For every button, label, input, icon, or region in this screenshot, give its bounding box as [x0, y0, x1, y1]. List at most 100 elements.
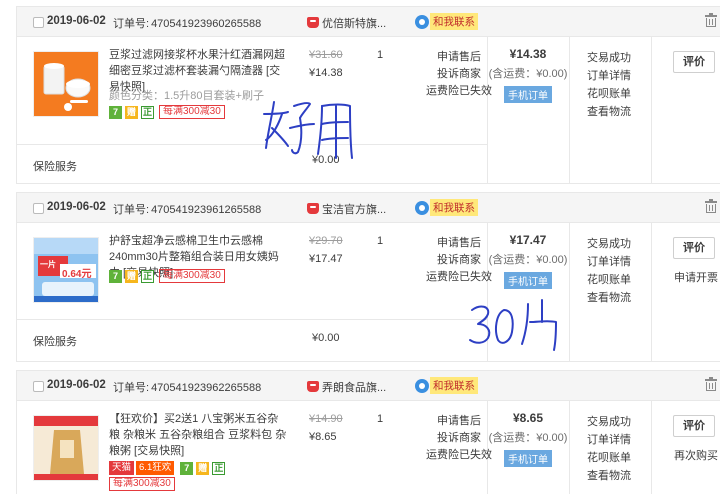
- order-total: ¥14.38 (含运费：¥0.00) 手机订单: [487, 47, 569, 103]
- genuine-icon: 正: [141, 269, 154, 283]
- product-title[interactable]: 【狂欢价】买2送1 八宝粥米五谷杂粮 杂粮米 五谷杂粮组合 豆浆料包 杂粮粥 […: [109, 411, 287, 459]
- insurance-label: 保险服务: [33, 336, 77, 348]
- mobile-order-badge: 手机订单: [504, 450, 552, 467]
- huabei-bill-link[interactable]: 花呗账单: [587, 271, 631, 289]
- insurance-label: 保险服务: [33, 161, 77, 173]
- order-body: 【狂欢价】买2送1 八宝粥米五谷杂粮 杂粮米 五谷杂粮组合 豆浆料包 杂粮粥 […: [17, 401, 720, 494]
- seven-day-return-icon: 7: [109, 105, 122, 119]
- insurance-price: ¥0.00: [312, 154, 340, 166]
- original-price: ¥31.60: [309, 49, 343, 61]
- order-date: 2019-06-02: [47, 15, 106, 27]
- product-image[interactable]: [33, 415, 99, 481]
- trash-icon[interactable]: [705, 199, 717, 213]
- genuine-icon: 正: [141, 105, 154, 119]
- insurance-price: ¥0.00: [312, 332, 340, 344]
- contact-label: 和我联系: [430, 199, 478, 216]
- evaluate-button[interactable]: 评价: [673, 415, 715, 437]
- order-id-value: 470541923960265588: [151, 18, 262, 30]
- request-invoice-link[interactable]: 申请开票: [674, 269, 718, 285]
- order-card: 2019-06-02 订单号: 470541923962265588 弄朗食品旗.…: [16, 370, 720, 494]
- product-badges: 天猫 6.1狂欢 7赠正: [109, 461, 228, 475]
- shipping-fee: (含运费：¥0.00): [488, 254, 568, 266]
- status-text: 交易成功: [587, 238, 631, 250]
- order-id-label: 订单号:: [113, 382, 150, 394]
- order-date: 2019-06-02: [47, 379, 106, 391]
- chat-icon: [415, 14, 429, 29]
- shop-link[interactable]: 宝洁官方旗...: [307, 201, 386, 217]
- order-checkbox[interactable]: [33, 381, 44, 392]
- unit-price: ¥8.65: [309, 431, 337, 443]
- carnival-badge: 6.1狂欢: [136, 461, 175, 475]
- view-logistics-link[interactable]: 查看物流: [587, 103, 631, 121]
- product-badges-row2: 每满300减30: [109, 477, 175, 491]
- shipping-fee: (含运费：¥0.00): [488, 68, 568, 80]
- order-date: 2019-06-02: [47, 201, 106, 213]
- trash-icon[interactable]: [705, 377, 717, 391]
- evaluate-button[interactable]: 评价: [673, 51, 715, 73]
- gift-icon: 赠: [125, 269, 138, 283]
- product-image[interactable]: 一片 0.64元: [33, 237, 99, 303]
- strainer-picture: [34, 52, 98, 116]
- order-id-label: 订单号:: [113, 204, 150, 216]
- shop-name: 弄朗食品旗...: [322, 382, 387, 394]
- order-status: 交易成功 订单详情 花呗账单 查看物流: [587, 413, 631, 485]
- contact-seller-button[interactable]: 和我联系: [415, 13, 478, 30]
- view-logistics-link[interactable]: 查看物流: [587, 467, 631, 485]
- order-id-label: 订单号:: [113, 18, 150, 30]
- order-checkbox[interactable]: [33, 203, 44, 214]
- thumb-price: 0.64元: [62, 269, 92, 280]
- tmall-badge: 天猫: [109, 461, 135, 475]
- shop-name: 宝洁官方旗...: [322, 204, 387, 216]
- shop-icon: [307, 203, 319, 214]
- order-detail-link[interactable]: 订单详情: [587, 431, 631, 449]
- order-header: 2019-06-02 订单号: 470541923961265588 宝洁官方旗.…: [17, 193, 720, 223]
- promo-badge: 每满300减30: [159, 269, 225, 283]
- genuine-icon: 正: [212, 461, 226, 475]
- unit-price: ¥17.47: [309, 253, 343, 265]
- trash-icon[interactable]: [705, 13, 717, 27]
- status-text: 交易成功: [587, 52, 631, 64]
- insurance-row: 保险服务 ¥0.00: [17, 144, 487, 184]
- insurance-row: 保险服务 ¥0.00: [17, 319, 487, 362]
- order-id: 订单号: 470541923961265588: [113, 201, 261, 217]
- order-card: 2019-06-02 订单号: 470541923960265588 优倍斯特旗.…: [16, 6, 720, 184]
- shop-link[interactable]: 弄朗食品旗...: [307, 379, 386, 395]
- total-amount: ¥14.38: [509, 47, 547, 61]
- contact-label: 和我联系: [430, 13, 478, 30]
- quantity: 1: [377, 49, 384, 61]
- promo-badge: 每满300减30: [159, 105, 225, 119]
- contact-seller-button[interactable]: 和我联系: [415, 377, 478, 394]
- unit-price: ¥14.38: [309, 67, 343, 79]
- huabei-bill-link[interactable]: 花呗账单: [587, 449, 631, 467]
- product-spec: 颜色分类：1.5升80目套装+刷子: [109, 90, 264, 102]
- order-body: 豆浆过滤网接浆杯水果汁红酒漏网超细密豆浆过滤杯套装漏勺隔渣器 [交易快照] 颜色…: [17, 37, 720, 184]
- order-id-value: 470541923961265588: [151, 204, 262, 216]
- order-id: 订单号: 470541923962265588: [113, 379, 261, 395]
- order-checkbox[interactable]: [33, 17, 44, 28]
- quantity: 1: [377, 413, 384, 425]
- quantity: 1: [377, 235, 384, 247]
- order-id: 订单号: 470541923960265588: [113, 15, 261, 31]
- mobile-order-badge: 手机订单: [504, 86, 552, 103]
- order-card: 2019-06-02 订单号: 470541923961265588 宝洁官方旗.…: [16, 192, 720, 362]
- shop-icon: [307, 381, 319, 392]
- seven-day-return-icon: 7: [180, 461, 194, 475]
- shipping-fee: (含运费：¥0.00): [488, 432, 568, 444]
- order-detail-link[interactable]: 订单详情: [587, 253, 631, 271]
- evaluate-button[interactable]: 评价: [673, 237, 715, 259]
- total-amount: ¥17.47: [509, 233, 547, 247]
- order-total: ¥17.47 (含运费：¥0.00) 手机订单: [487, 233, 569, 289]
- thumb-text: 一片: [40, 260, 56, 269]
- product-image[interactable]: [33, 51, 99, 117]
- order-detail-link[interactable]: 订单详情: [587, 67, 631, 85]
- view-logistics-link[interactable]: 查看物流: [587, 289, 631, 307]
- total-amount: ¥8.65: [512, 411, 544, 425]
- contact-seller-button[interactable]: 和我联系: [415, 199, 478, 216]
- shop-name: 优倍斯特旗...: [322, 18, 387, 30]
- buy-again-link[interactable]: 再次购买: [674, 447, 718, 463]
- chat-icon: [415, 378, 429, 393]
- shop-icon: [307, 17, 319, 28]
- shop-link[interactable]: 优倍斯特旗...: [307, 15, 386, 31]
- seven-day-return-icon: 7: [109, 269, 122, 283]
- huabei-bill-link[interactable]: 花呗账单: [587, 85, 631, 103]
